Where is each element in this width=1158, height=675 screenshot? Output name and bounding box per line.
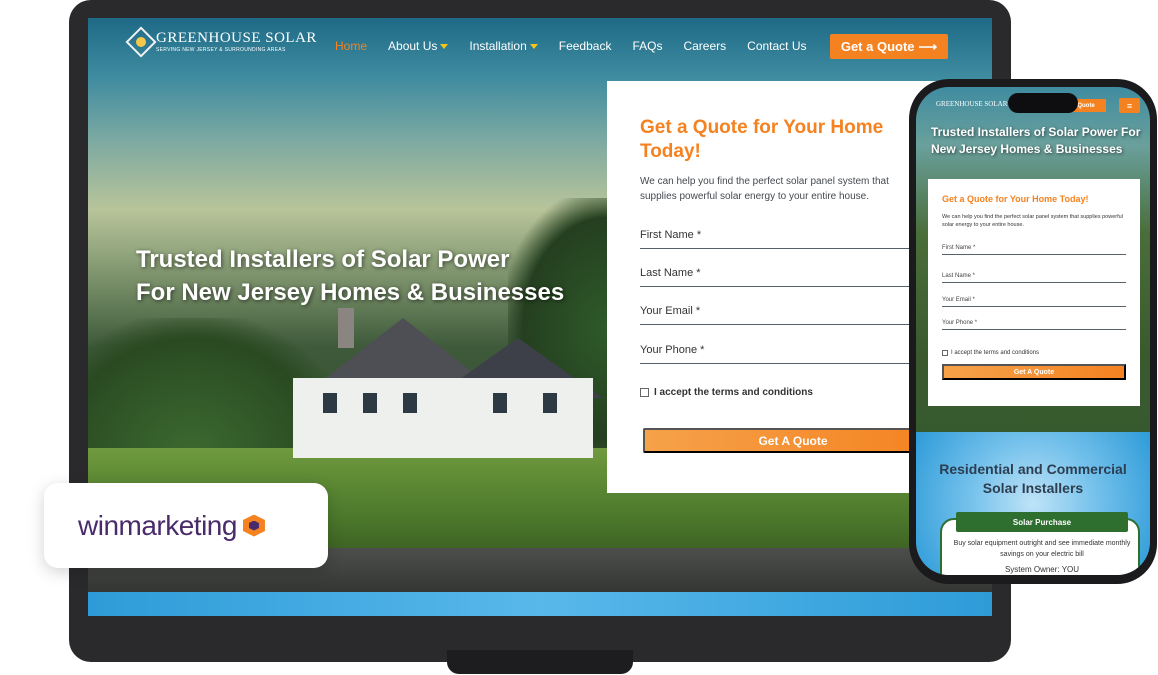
winmarketing-badge: winmarketing [44, 483, 328, 568]
hero-heading: Trusted Installers of Solar Power For Ne… [136, 243, 564, 309]
nav-about-us[interactable]: About Us [388, 39, 449, 53]
submit-quote-button[interactable]: Get A Quote [643, 428, 943, 453]
mobile-phone-field[interactable]: Your Phone * [942, 316, 1126, 330]
get-a-quote-button[interactable]: Get a Quote ⟶ [830, 34, 948, 59]
mobile-submit-quote-button[interactable]: Get A Quote [942, 364, 1126, 380]
mobile-quote-form-card: Get a Quote for Your Home Today! We can … [928, 179, 1140, 406]
winmarketing-wordmark: winmarketing [78, 509, 237, 541]
mobile-first-name-field[interactable]: First Name * [942, 241, 1126, 255]
phone-frame: GREENHOUSE SOLAR Quote ≡ Trusted Install… [909, 79, 1157, 584]
site-header: GREENHOUSE SOLAR SERVING NEW JERSEY & SU… [88, 18, 992, 78]
house-window [323, 393, 337, 413]
terms-checkbox-row[interactable]: I accept the terms and conditions [640, 387, 813, 398]
mobile-website-screen: GREENHOUSE SOLAR Quote ≡ Trusted Install… [916, 87, 1150, 575]
nav-feedback[interactable]: Feedback [559, 39, 612, 53]
house-image [283, 308, 603, 468]
solar-purchase-description: Buy solar equipment outright and see imm… [953, 540, 1131, 558]
quote-form-description: We can help you find the perfect solar p… [640, 176, 889, 202]
nav-careers[interactable]: Careers [683, 39, 726, 53]
chevron-down-icon [529, 43, 538, 49]
next-section-band [88, 592, 992, 616]
mobile-terms-checkbox-row[interactable]: I accept the terms and conditions [942, 350, 1039, 356]
house-window [403, 393, 417, 413]
hamburger-menu-icon[interactable]: ≡ [1119, 98, 1140, 113]
mobile-quote-form-description: We can help you find the perfect solar p… [942, 214, 1123, 228]
sun-house-icon [125, 25, 157, 58]
laptop-stand [447, 650, 633, 674]
get-a-quote-label: Get a Quote [840, 39, 915, 54]
terms-label: I accept the terms and conditions [654, 387, 813, 398]
main-nav: Home About Us Installation Feedback FAQs… [335, 39, 807, 53]
nav-faqs[interactable]: FAQs [632, 39, 662, 53]
house-window [363, 393, 377, 413]
nav-installation[interactable]: Installation [469, 39, 538, 53]
chevron-down-icon [440, 43, 449, 49]
nav-home[interactable]: Home [335, 39, 367, 53]
mobile-terms-label: I accept the terms and conditions [951, 350, 1040, 356]
solar-purchase-card: Solar Purchase Buy solar equipment outri… [940, 512, 1140, 575]
hero-line-1: Trusted Installers of Solar Power [136, 246, 510, 273]
winmarketing-hex-logo-icon [242, 514, 265, 537]
mobile-last-name-field[interactable]: Last Name * [942, 269, 1126, 283]
mobile-email-field[interactable]: Your Email * [942, 293, 1126, 307]
system-owner-label: System Owner: YOU [1004, 565, 1080, 574]
logo-subtitle: SERVING NEW JERSEY & SURROUNDING AREAS [156, 47, 286, 53]
mobile-hero-heading: Trusted Installers of Solar Power For Ne… [931, 125, 1141, 156]
arrow-right-icon: ⟶ [918, 38, 938, 54]
phone-dynamic-island [1008, 93, 1078, 113]
house-facade [293, 378, 593, 458]
mobile-site-logo[interactable]: GREENHOUSE SOLAR [936, 100, 1007, 108]
hero-line-2: For New Jersey Homes & Businesses [136, 279, 565, 306]
quote-form-title: Get a Quote for Your Home Today! [640, 117, 884, 162]
logo-title: GREENHOUSE SOLAR [156, 30, 317, 46]
mobile-section-title: Residential and Commercial Solar Install… [939, 461, 1127, 496]
mobile-terms-checkbox[interactable] [942, 350, 948, 356]
nav-contact-us[interactable]: Contact Us [747, 39, 806, 53]
terms-checkbox[interactable] [640, 388, 649, 397]
mobile-quote-form-title: Get a Quote for Your Home Today! [942, 194, 1089, 204]
mobile-installers-section: Residential and Commercial Solar Install… [916, 432, 1150, 575]
house-window [493, 393, 507, 413]
solar-purchase-tab[interactable]: Solar Purchase [956, 512, 1128, 532]
house-window [543, 393, 557, 413]
site-logo[interactable]: GREENHOUSE SOLAR SERVING NEW JERSEY & SU… [125, 25, 317, 58]
